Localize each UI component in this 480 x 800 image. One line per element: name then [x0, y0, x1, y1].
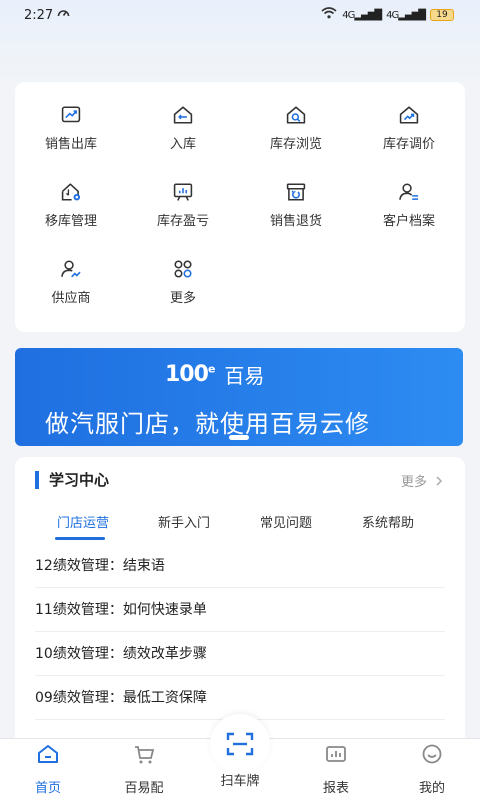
nav-label: 首页: [34, 781, 61, 796]
menu-card: 销售出库 入库 库存浏览 库存调价 移库管理 库存盈亏 销售退货 客户档案 供应…: [15, 82, 465, 332]
menu-label: 销售退货: [269, 214, 322, 229]
menu-label: 销售出库: [44, 137, 97, 152]
list-item[interactable]: 12绩效管理：结束语: [35, 544, 445, 588]
sales-return-icon: [286, 183, 306, 201]
banner-slogan: 做汽服门店，就使用百易云修: [45, 410, 370, 438]
menu-label: 入库: [169, 137, 196, 152]
menu-item-more[interactable]: 更多: [127, 236, 239, 306]
menu-item-inventory-profit[interactable]: 库存盈亏: [127, 159, 239, 229]
more-icon: [174, 260, 192, 278]
status-bar: 2:27 4G▂▄▆█ 4G▂▄▆█ 19: [0, 0, 480, 30]
menu-label: 供应商: [51, 291, 91, 306]
scan-icon: [226, 732, 254, 756]
speed-icon: [57, 7, 70, 24]
learning-center-card: 学习中心 更多 门店运营 新手入门 常见问题 系统帮助 12绩效管理：结束语 1…: [15, 457, 465, 747]
tab-system-help[interactable]: 系统帮助: [362, 512, 414, 531]
nav-item-profile[interactable]: 我的: [384, 739, 480, 800]
menu-item-inbound[interactable]: 入库: [127, 82, 239, 152]
active-tab-indicator: [55, 537, 105, 540]
carousel-indicator: [229, 435, 249, 440]
list-item[interactable]: 11绩效管理：如何快速录单: [35, 588, 445, 632]
menu-label: 库存调价: [382, 137, 435, 152]
inventory-browse-icon: [286, 106, 306, 124]
nav-item-report[interactable]: 报表: [288, 739, 384, 800]
nav-item-home[interactable]: 首页: [0, 739, 96, 800]
menu-label: 移库管理: [44, 214, 97, 229]
customer-file-icon: [399, 183, 419, 200]
nav-label: 报表: [322, 781, 349, 796]
menu-item-inventory-browse[interactable]: 库存浏览: [240, 82, 352, 152]
learning-more-link[interactable]: 更多: [401, 471, 443, 490]
learning-center-title: 学习中心: [35, 471, 109, 489]
learning-more-label: 更多: [400, 475, 427, 490]
transfer-icon: [61, 183, 81, 201]
scan-plate-label[interactable]: 扫车牌: [192, 770, 288, 789]
banner-logo: 100e 百易: [165, 360, 264, 389]
tab-beginner[interactable]: 新手入门: [158, 512, 210, 531]
menu-item-inventory-price[interactable]: 库存调价: [353, 82, 465, 152]
inbound-icon: [173, 106, 193, 124]
battery-level: 19: [436, 10, 448, 20]
promo-banner[interactable]: 100e 百易 做汽服门店，就使用百易云修: [15, 348, 463, 446]
inventory-price-icon: [399, 106, 419, 124]
menu-grid: 销售出库 入库 库存浏览 库存调价 移库管理 库存盈亏 销售退货 客户档案 供应…: [15, 82, 465, 332]
battery-icon: 19: [430, 9, 454, 21]
supplier-icon: [61, 260, 81, 278]
menu-item-transfer[interactable]: 移库管理: [15, 159, 127, 229]
menu-item-supplier[interactable]: 供应商: [15, 236, 127, 306]
menu-item-sales-outbound[interactable]: 销售出库: [15, 82, 127, 152]
wifi-icon: [321, 7, 337, 23]
sales-outbound-icon: [61, 106, 81, 123]
chevron-right-icon: [436, 475, 443, 486]
inventory-profit-icon: [173, 183, 193, 201]
banner-logo-number: 100e: [165, 362, 215, 387]
menu-label: 库存浏览: [269, 137, 322, 152]
home-icon: [38, 745, 58, 763]
nav-label: 我的: [418, 781, 445, 796]
tab-store-operations[interactable]: 门店运营: [57, 512, 109, 531]
menu-label: 客户档案: [382, 214, 435, 229]
menu-label: 库存盈亏: [156, 214, 209, 229]
cart-icon: [135, 746, 155, 764]
list-item[interactable]: 10绩效管理：绩效改革步骤: [35, 632, 445, 676]
signal-2-icon: 4G▂▄▆█: [386, 9, 426, 21]
report-icon: [326, 746, 346, 762]
menu-label: 更多: [169, 291, 196, 306]
menu-item-customer-file[interactable]: 客户档案: [353, 159, 465, 229]
nav-label: 百易配: [124, 781, 164, 796]
tab-faq[interactable]: 常见问题: [260, 512, 312, 531]
nav-item-baiyipei[interactable]: 百易配: [96, 739, 192, 800]
status-time: 2:27: [24, 7, 54, 23]
banner-logo-brand: 百易: [224, 364, 265, 388]
menu-item-sales-return[interactable]: 销售退货: [240, 159, 352, 229]
scan-plate-button[interactable]: [210, 714, 270, 774]
signal-1-icon: 4G▂▄▆█: [342, 9, 382, 21]
profile-icon: [422, 744, 442, 764]
